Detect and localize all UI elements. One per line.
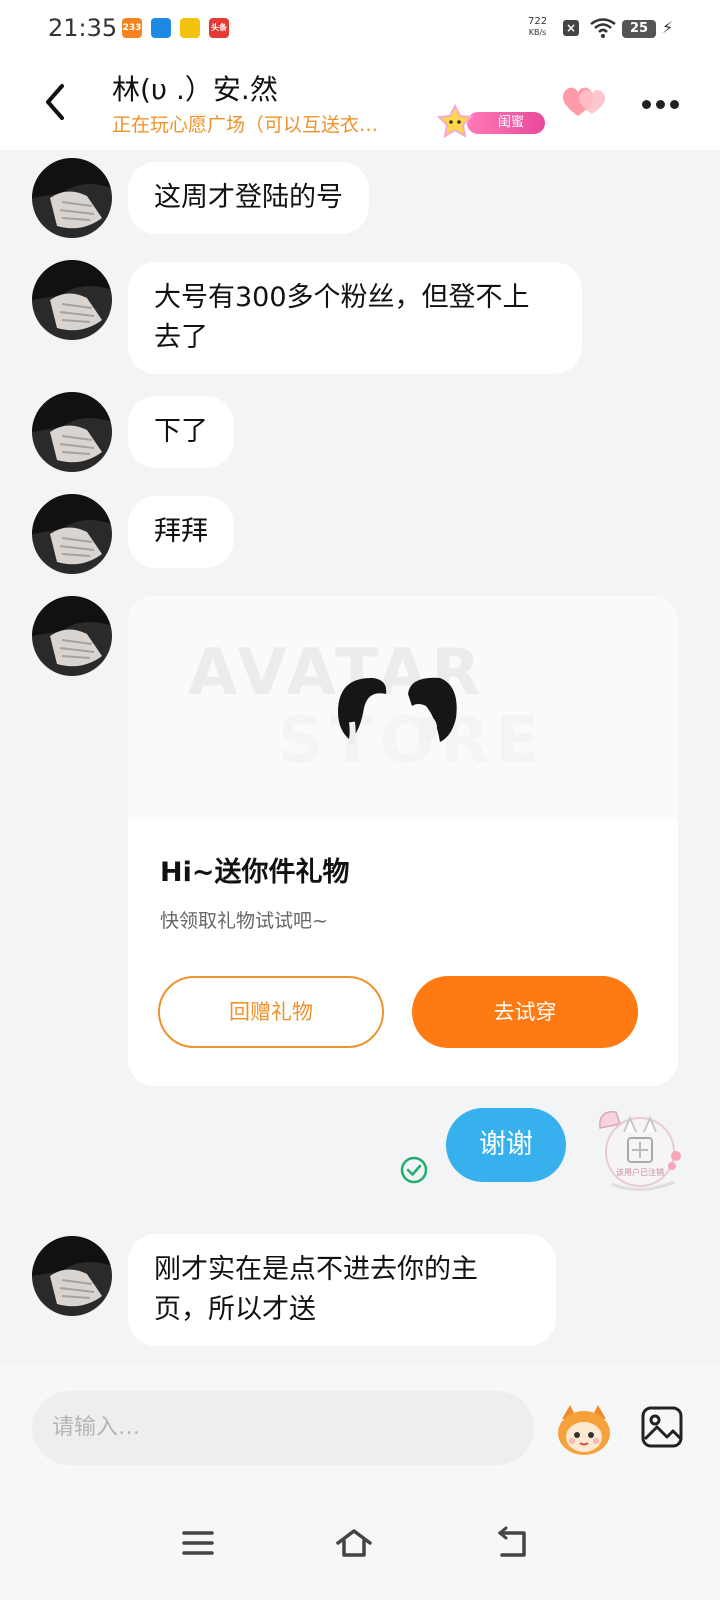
wifi-icon: [590, 18, 616, 38]
contact-avatar[interactable]: [32, 596, 112, 676]
app-233-icon: 233: [122, 18, 142, 38]
app-news-icon: 头条: [209, 18, 229, 38]
image-picker-icon[interactable]: [640, 1405, 684, 1449]
input-bar: 请输入…: [0, 1365, 720, 1495]
contact-avatar[interactable]: [32, 392, 112, 472]
network-speed-unit: KB/s: [528, 28, 547, 37]
sent-message-bubble[interactable]: 谢谢: [446, 1108, 566, 1182]
message-bubble[interactable]: 刚才实在是点不进去你的主页，所以才送: [128, 1234, 556, 1346]
gift-card-subtitle: 快领取礼物试试吧~: [160, 910, 328, 932]
intimacy-hearts-icon[interactable]: [560, 84, 610, 120]
network-speed-value: 722: [528, 16, 548, 27]
chat-header: 林(υ .）安.然 正在玩心愿广场（可以互送衣… 闺蜜: [0, 58, 720, 150]
hair-item-icon: [338, 677, 457, 746]
contact-avatar[interactable]: [32, 260, 112, 340]
message-bubble[interactable]: 这周才登陆的号: [128, 162, 369, 234]
message-bubble[interactable]: 大号有300多个粉丝，但登不上去了: [128, 262, 582, 374]
charging-icon: ⚡: [662, 18, 674, 37]
app-blue-icon: [151, 18, 171, 38]
battery-icon: 25: [622, 20, 656, 38]
message-bubble[interactable]: 拜拜: [128, 496, 234, 568]
system-nav-bar: [0, 1495, 720, 1600]
back-arrow-icon[interactable]: [38, 80, 74, 124]
back-nav-icon[interactable]: [494, 1525, 534, 1561]
return-gift-button[interactable]: 回赠礼物: [158, 976, 384, 1048]
gift-card[interactable]: AVATAR STORE Hi~送你件礼物 快领取礼物试试吧~ 回赠礼物 去试穿: [128, 596, 678, 1086]
message-bubble[interactable]: 下了: [128, 396, 234, 468]
contact-name[interactable]: 林(υ .）安.然: [112, 68, 278, 108]
read-check-icon: [400, 1156, 428, 1184]
no-sim-icon: ×: [563, 20, 579, 36]
star-icon: [436, 104, 474, 138]
relationship-badge[interactable]: 闺蜜: [433, 104, 545, 138]
app-clapper-icon: [180, 18, 200, 38]
network-speed: 722 KB/s: [528, 16, 547, 38]
contact-activity-status: 正在玩心愿广场（可以互送衣…: [112, 114, 379, 136]
gift-card-title: Hi~送你件礼物: [160, 857, 350, 888]
contact-avatar[interactable]: [32, 1236, 112, 1316]
menu-icon[interactable]: [178, 1525, 218, 1561]
emoji-mascot-icon[interactable]: [554, 1401, 614, 1457]
contact-avatar[interactable]: [32, 494, 112, 574]
message-list[interactable]: 这周才登陆的号 大号有300多个粉丝，但登不上去了 下了 拜拜 AVATAR S…: [0, 150, 720, 1365]
try-on-button[interactable]: 去试穿: [412, 976, 638, 1048]
deleted-user-avatar-icon: 该用户已注销: [599, 1111, 681, 1192]
more-options-icon[interactable]: [642, 94, 686, 109]
gift-preview-image[interactable]: AVATAR STORE: [128, 596, 678, 820]
contact-avatar[interactable]: [32, 158, 112, 238]
status-time: 21:35: [48, 14, 118, 42]
home-icon[interactable]: [334, 1525, 374, 1561]
message-input[interactable]: 请输入…: [32, 1391, 534, 1465]
status-bar: 21:35 233 头条 722 KB/s × 25 ⚡: [0, 0, 720, 58]
deleted-user-label: 该用户已注销: [616, 1167, 664, 1177]
my-avatar[interactable]: 该用户已注销: [590, 1102, 688, 1202]
